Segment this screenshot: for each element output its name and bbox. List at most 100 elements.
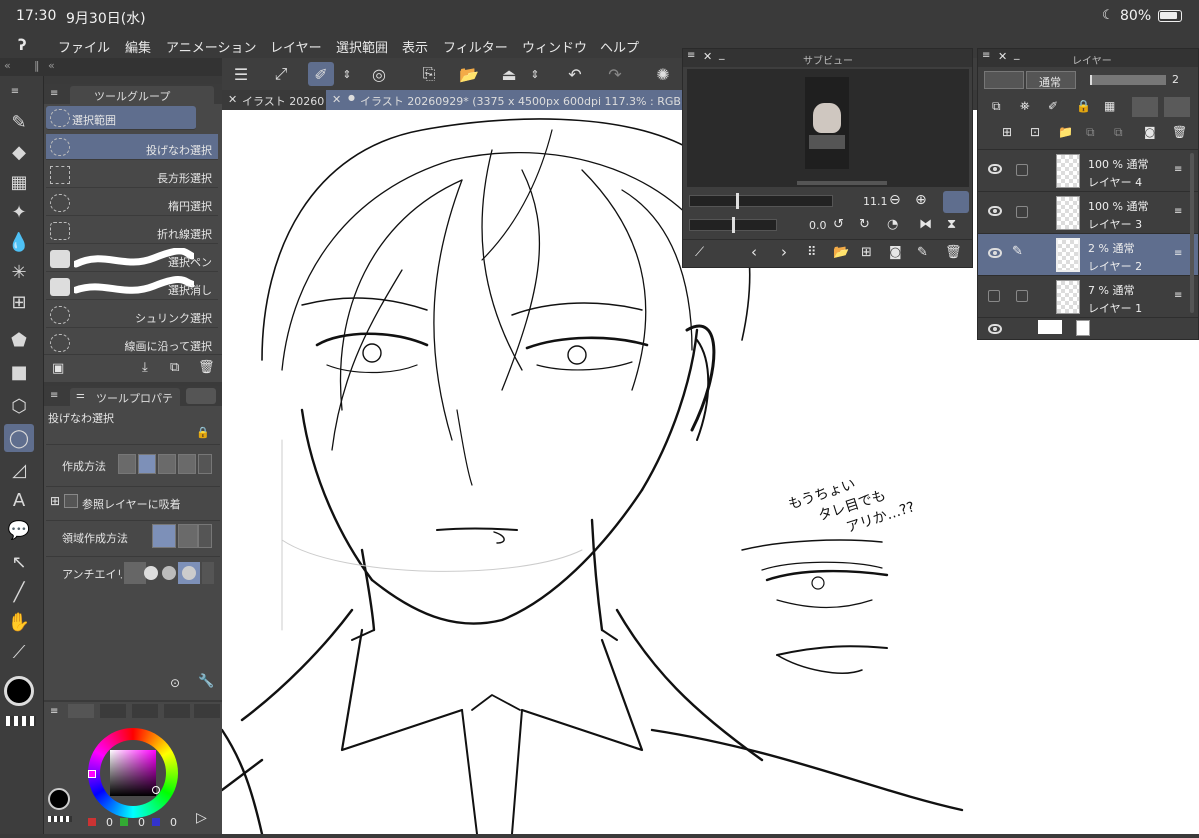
open-folder-icon[interactable]: 📂 [456,62,482,86]
visibility-eye-icon[interactable] [988,206,1002,216]
hue-ring[interactable] [88,728,178,818]
hamburger-menu-icon[interactable]: ☰ [228,62,254,86]
color-panel-transparent-swatch[interactable] [48,816,72,822]
new-selection-button[interactable] [118,454,136,474]
color-panel-main-swatch[interactable] [48,788,70,810]
blend-tool-icon[interactable]: 💧 [4,228,34,256]
reference-layer-icon[interactable]: ⛯ [1020,99,1030,114]
prev-image-icon[interactable]: ‹ [751,243,757,261]
layer-menu-icon[interactable]: ≡ [982,50,990,61]
tab-doc-2[interactable]: ✕ ● イラスト 20260929* (3375 x 4500px 600dpi… [326,90,682,110]
flip-vertical-icon[interactable]: ⧗ [947,217,956,232]
import-subtool-icon[interactable]: ⤓ [142,360,148,375]
layer-select-checkbox[interactable] [1016,206,1028,218]
merge-down-icon[interactable]: ⧉ [1114,125,1123,140]
ruler-tool-icon[interactable]: ◿ [4,456,34,484]
add-selection-button[interactable] [138,454,156,474]
sv-cursor[interactable] [152,786,160,794]
swirl-icon[interactable]: ◎ [366,62,392,86]
subtool-rectangle[interactable]: 長方形選択 [46,162,218,188]
subtool-selection-eraser[interactable]: 選択消し [46,274,218,300]
new-folder-icon[interactable]: 📁 [1058,125,1073,139]
subtool-shrink[interactable]: シュリンク選択 [46,302,218,328]
lock-icon[interactable]: 🔒 [196,426,210,439]
grip-icon[interactable]: ‖ [34,59,40,72]
grid-tool-icon[interactable]: ⊞ [4,288,34,316]
redo-icon[interactable]: ↷ [602,62,628,86]
layer-select-checkbox[interactable] [1016,164,1028,176]
text-tool-icon[interactable]: A [4,486,34,514]
transfer-down-icon[interactable]: ⧉ [1086,125,1095,140]
toolprop-menu-icon[interactable]: ≡ [50,390,58,401]
layer-minimize-icon[interactable]: _ [1014,47,1020,60]
subtract-selection-button[interactable] [158,454,176,474]
collapse-left-icon[interactable]: « [4,59,11,72]
clip-layer-icon[interactable]: ⧉ [992,99,1001,114]
menu-edit[interactable]: 編集 [125,37,151,56]
edit-image-icon[interactable]: ✎ [917,245,928,260]
antialias-none[interactable] [124,562,146,584]
new-vector-layer-icon[interactable]: ⊡ [1030,125,1040,139]
tab-doc-1[interactable]: ✕ イラスト 20260 [222,90,326,110]
delete-layer-icon[interactable]: 🗑 [1172,125,1187,139]
mask-enable-icon[interactable] [1132,97,1158,117]
new-document-icon[interactable]: ⎘ [416,62,442,86]
subtool-ellipse[interactable]: 楕円選択 [46,190,218,216]
close-tab-2-icon[interactable]: ✕ [332,93,341,106]
layer-scrollbar[interactable] [1190,153,1194,313]
save-stepper-icon[interactable]: ⇕ [528,62,542,86]
tab-color-slider[interactable] [100,704,126,718]
create-method-stepper[interactable] [198,454,212,474]
new-raster-layer-icon[interactable]: ⊞ [1002,125,1012,139]
antialias-stepper[interactable] [202,562,214,584]
rotate-slider[interactable] [689,217,777,233]
antialias-weak[interactable] [144,566,158,580]
menu-animation[interactable]: アニメーション [166,37,256,56]
subtool-lasso[interactable]: 投げなわ選択 [46,134,218,160]
navigator-preview[interactable] [687,69,969,187]
antialias-medium[interactable] [162,566,176,580]
menu-view[interactable]: 表示 [402,37,428,56]
3d-object-tool-icon[interactable]: ⬡ [4,392,34,420]
lock-layer-icon[interactable]: 🔒 [1076,99,1091,113]
app-logo-icon[interactable]: ʔ [18,36,27,54]
draft-layer-icon[interactable]: ✐ [1048,99,1058,113]
visibility-off-checkbox[interactable] [988,290,1000,302]
panel-menu-icon[interactable]: ≡ [50,88,58,99]
visibility-eye-icon[interactable] [988,248,1002,258]
reset-rotation-icon[interactable]: ◔ [887,217,898,232]
polyline-area-button[interactable] [178,524,198,548]
blend-mode-dropdown[interactable]: 通常 [1026,71,1076,89]
color-panel-menu-icon[interactable]: ≡ [50,706,58,717]
fill-tool-icon[interactable]: ⬟ [4,326,34,354]
lasso-tool-icon[interactable]: ◯ [4,424,34,452]
menu-help[interactable]: ヘルプ [600,37,639,56]
pen-mode-icon[interactable]: ✐ [308,62,334,86]
lock-transparency-icon[interactable]: ▦ [1104,99,1115,113]
tab-color-wheel[interactable] [68,704,94,718]
add-image-icon[interactable]: ⊞ [861,245,872,260]
mode-stepper-icon[interactable]: ⇕ [340,62,354,86]
move-tool-icon[interactable]: ↖ [4,548,34,576]
menu-layer[interactable]: レイヤー [270,37,322,56]
hand-tool-icon[interactable]: ✋ [4,608,34,636]
opacity-slider[interactable] [1090,75,1166,85]
navigator-scrollbar[interactable] [797,181,887,185]
layer-row-1[interactable]: 7 % 通常 レイヤー 1 ≡ [978,276,1198,318]
fit-view-button[interactable] [943,191,969,213]
eyedropper-tool-icon[interactable]: ⟋ [4,638,34,666]
menu-selection[interactable]: 選択範囲 [336,37,388,56]
saturation-value-square[interactable] [110,750,156,796]
decoration-tool-icon[interactable]: ▦ [4,168,34,196]
duplicate-subtool-icon[interactable]: ⧉ [170,360,179,375]
eraser-tool-icon[interactable]: ◆ [4,138,34,166]
next-image-icon[interactable]: › [781,243,787,261]
balloon-tool-icon[interactable]: 💬 [4,516,34,544]
menu-file[interactable]: ファイル [58,37,110,56]
grid-view-icon[interactable]: ⠿ [807,245,817,260]
fit-canvas-icon[interactable]: ⤢ [268,62,294,86]
collapse-panel-icon[interactable]: « [48,59,55,72]
line-tool-icon[interactable]: ╱ [4,578,34,606]
subview-close-icon[interactable]: ✕ [703,50,712,63]
undo-icon[interactable]: ↶ [562,62,588,86]
